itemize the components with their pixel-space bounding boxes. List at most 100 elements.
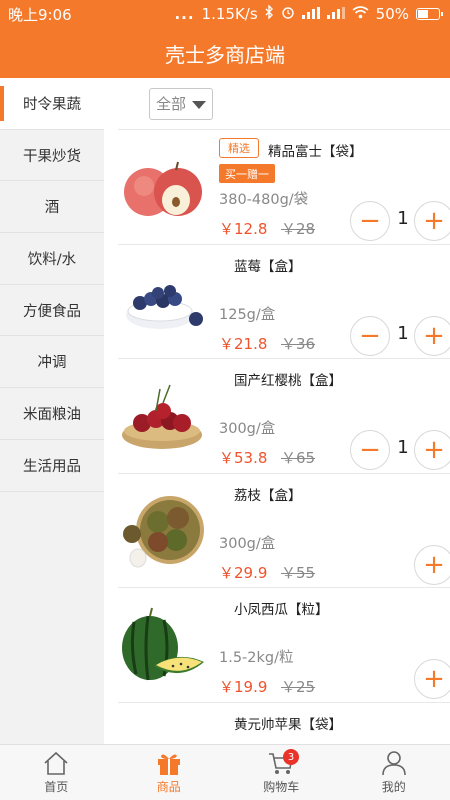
home-icon (44, 751, 68, 775)
product-old-price: ￥65 (281, 449, 316, 467)
bluetooth-icon (265, 4, 274, 23)
promo-badge: 买一赠一 (219, 164, 275, 183)
battery-percent: 50% (375, 5, 409, 23)
product-item[interactable]: 荔枝【盒】 300g/盒 ￥29.9 ￥55 + (118, 474, 450, 588)
product-image-watermelon (118, 600, 206, 690)
sidebar-item-daily-goods[interactable]: 生活用品 (0, 440, 104, 492)
minus-button[interactable]: − (350, 201, 390, 241)
plus-button[interactable]: + (414, 544, 450, 585)
plus-icon: + (423, 664, 445, 694)
product-spec: 300g/盒 (219, 421, 276, 437)
plus-icon: + (423, 320, 445, 351)
wifi-icon (352, 5, 369, 23)
sidebar-item-seasonal-produce[interactable]: 时令果蔬 (0, 78, 104, 130)
battery-icon (416, 8, 443, 20)
product-name: 荔枝【盒】 (234, 487, 302, 504)
sidebar-item-label: 生活用品 (23, 458, 81, 475)
quantity-value: 1 (397, 322, 409, 344)
product-price: ￥53.8 (219, 449, 268, 467)
minus-icon: − (359, 206, 381, 236)
product-image-lychee (118, 486, 206, 576)
tab-label: 购物车 (263, 780, 300, 794)
product-old-price: ￥55 (281, 563, 316, 582)
tab-products[interactable]: 商品 (113, 745, 226, 800)
product-price: ￥12.8 (219, 220, 268, 238)
product-price: ￥21.8 (219, 334, 268, 353)
product-old-price: ￥28 (281, 220, 316, 238)
minus-button[interactable]: − (350, 430, 390, 470)
sidebar-item-beverage-mixes[interactable]: 冲调 (0, 336, 104, 389)
app-header: 壳士多商店端 (0, 28, 450, 78)
plus-icon: + (423, 435, 445, 465)
plus-button[interactable]: + (414, 430, 450, 470)
sidebar-item-label: 方便食品 (23, 303, 81, 320)
category-sidebar: 时令果蔬 干果炒货 酒 饮料/水 方便食品 冲调 米面粮油 生活用品 (0, 78, 104, 744)
product-item[interactable]: 精选 精品富士【袋】 买一赠一 380-480g/袋 ￥12.8 ￥28 − 1… (118, 130, 450, 245)
minus-icon: − (359, 320, 381, 351)
product-image-apple (118, 142, 206, 232)
product-name: 小凤西瓜【粒】 (234, 602, 329, 618)
product-name: 黄元帅苹果【袋】 (234, 716, 342, 733)
minus-button[interactable]: − (350, 315, 390, 356)
product-spec: 300g/盒 (219, 535, 276, 552)
product-spec: 1.5-2kg/粒 (219, 650, 294, 666)
plus-button[interactable]: + (414, 201, 450, 241)
tab-label: 商品 (156, 780, 181, 794)
filter-select-value: 全部 (156, 95, 187, 113)
product-image-cherry (118, 371, 206, 461)
filter-select[interactable]: 全部 (149, 87, 213, 120)
product-image-blueberry (118, 257, 206, 347)
plus-icon: + (423, 206, 445, 236)
sidebar-item-label: 米面粮油 (23, 406, 81, 423)
tab-profile[interactable]: 我的 (338, 745, 450, 800)
sidebar-item-instant-food[interactable]: 方便食品 (0, 285, 104, 337)
user-icon (381, 751, 406, 776)
product-image-yellow-apple (118, 715, 206, 745)
product-old-price: ￥36 (281, 334, 316, 353)
product-list: 全部 精选 精品富士【袋】 买一赠一 380-480g/袋 ￥12.8 ￥28 … (104, 78, 450, 744)
filter-bar: 全部 (118, 78, 450, 130)
signal-icon-2 (326, 5, 345, 23)
sidebar-item-label: 冲调 (37, 355, 67, 372)
status-bar: 晚上9:06 ... 1.15K/s 50% (0, 0, 450, 28)
network-speed: 1.15K/s (201, 5, 258, 23)
quantity-value: 1 (397, 208, 409, 229)
product-name: 精品富士【袋】 (268, 144, 363, 160)
sidebar-item-label: 时令果蔬 (23, 96, 81, 113)
tab-label: 我的 (381, 780, 406, 794)
product-spec: 125g/盒 (219, 306, 276, 323)
quantity-value: 1 (397, 437, 409, 458)
sidebar-item-grains-oil[interactable]: 米面粮油 (0, 388, 104, 440)
product-item[interactable]: 国产红樱桃【盒】 300g/盒 ￥53.8 ￥65 − 1 + (118, 359, 450, 474)
featured-tag: 精选 (219, 138, 259, 158)
product-name: 国产红樱桃【盒】 (234, 373, 342, 389)
product-price: ￥29.9 (219, 563, 268, 582)
plus-button[interactable]: + (414, 315, 450, 356)
product-item[interactable]: 小凤西瓜【粒】 1.5-2kg/粒 ￥19.9 ￥25 + (118, 588, 450, 703)
alarm-icon (281, 5, 295, 23)
product-old-price: ￥25 (281, 678, 316, 696)
page-title: 壳士多商店端 (165, 42, 285, 67)
product-name: 蓝莓【盒】 (234, 258, 302, 275)
bottom-nav: 首页 商品 3 购物车 我的 (0, 744, 450, 800)
sidebar-item-dried-fruits[interactable]: 干果炒货 (0, 130, 104, 182)
caret-down-icon (192, 100, 206, 109)
sidebar-item-label: 干果炒货 (23, 148, 81, 165)
sidebar-item-drinks[interactable]: 饮料/水 (0, 233, 104, 285)
minus-icon: − (359, 435, 381, 465)
tab-cart[interactable]: 3 购物车 (225, 745, 338, 800)
product-spec: 380-480g/袋 (219, 192, 309, 208)
tab-home[interactable]: 首页 (0, 745, 113, 800)
cart-badge: 3 (283, 749, 299, 765)
plus-icon: + (423, 549, 445, 580)
sidebar-item-label: 酒 (44, 200, 60, 217)
status-time: 晚上9:06 (8, 5, 72, 24)
product-price: ￥19.9 (219, 678, 268, 696)
status-dots: ... (174, 5, 195, 23)
product-item[interactable]: 蓝莓【盒】 125g/盒 ￥21.8 ￥36 − 1 + (118, 245, 450, 359)
signal-icon (301, 5, 320, 23)
product-item[interactable]: 黄元帅苹果【袋】 (118, 703, 450, 745)
tab-label: 首页 (44, 780, 69, 794)
sidebar-item-liquor[interactable]: 酒 (0, 181, 104, 234)
plus-button[interactable]: + (414, 659, 450, 699)
